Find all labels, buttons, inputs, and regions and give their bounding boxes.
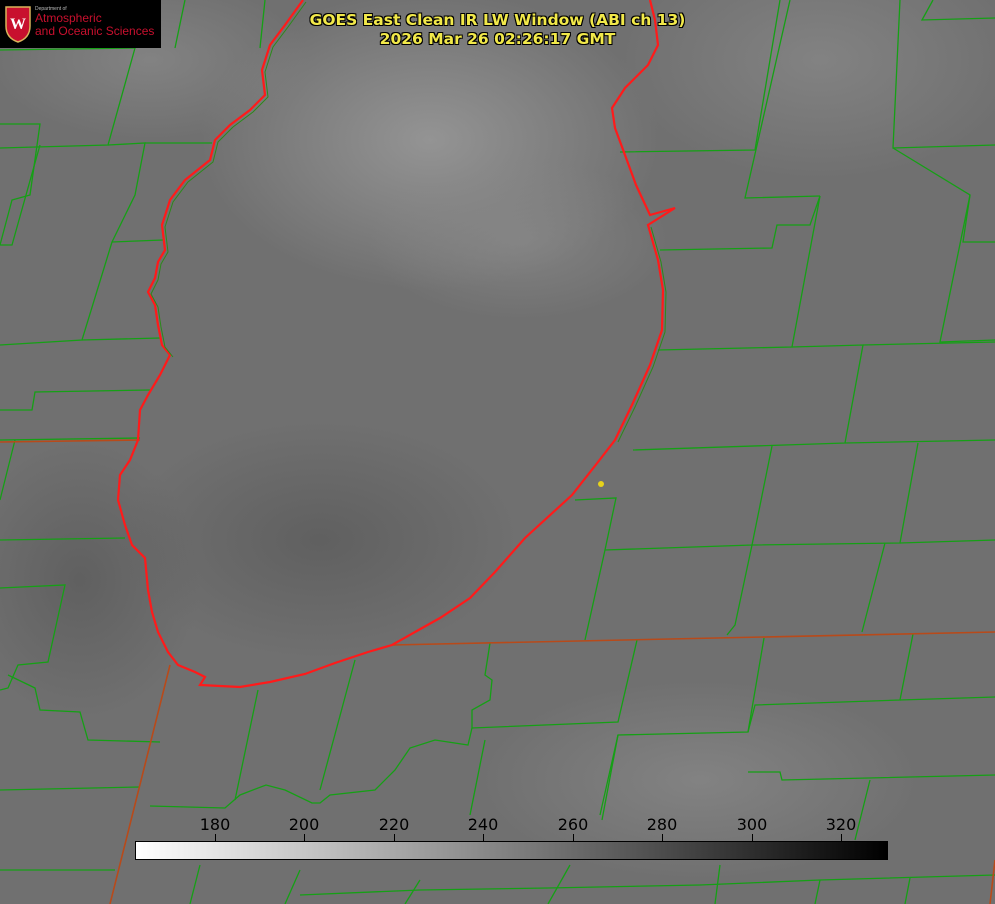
satellite-image-viewer: W Department of Atmospheric and Oceanic … [0,0,995,904]
station-marker [598,481,604,487]
colorbar-tick-label: 220 [378,815,410,834]
colorbar-tick-label: 300 [736,815,768,834]
colorbar-tick-label: 200 [288,815,320,834]
cloud-patch [370,160,670,320]
image-title: GOES East Clean IR LW Window (ABI ch 13) [309,11,686,29]
colorbar-tick-label: 180 [199,815,231,834]
colorbar-tick-label: 260 [557,815,589,834]
colorbar-tick-label: 240 [467,815,499,834]
image-timestamp: 2026 Mar 26 02:26:17 GMT [379,30,616,48]
temperature-colorbar [135,841,888,860]
satellite-map [0,0,995,904]
colorbar-tick-label: 280 [646,815,678,834]
dark-patch [120,420,520,660]
colorbar-tick-label: 320 [825,815,857,834]
